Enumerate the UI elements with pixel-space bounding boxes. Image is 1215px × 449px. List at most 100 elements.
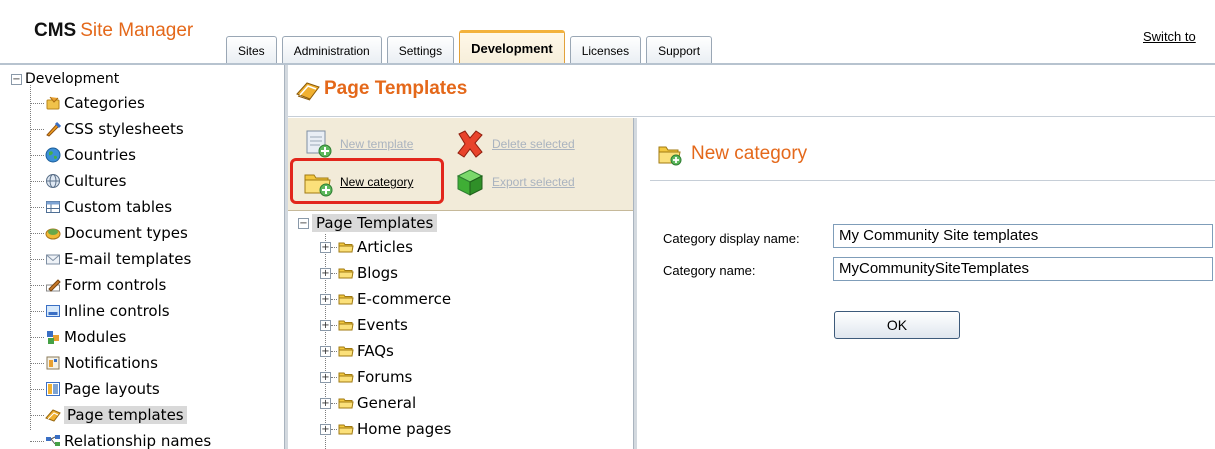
- tree-item-events[interactable]: + Events: [320, 314, 408, 336]
- tree-root-page-templates[interactable]: − Page Templates: [298, 214, 438, 232]
- expand-icon[interactable]: +: [320, 319, 331, 331]
- tree-root-development[interactable]: − Development: [11, 71, 119, 87]
- expand-icon[interactable]: +: [320, 293, 331, 305]
- tree-item-label: E-commerce: [357, 290, 452, 308]
- tree-connector-line: [30, 85, 31, 430]
- page-templates-icon: [296, 82, 320, 101]
- page-templates-tree: − Page Templates + Articles + Blogs + E-…: [288, 212, 633, 449]
- tree-item-home-pages[interactable]: + Home pages: [320, 418, 451, 440]
- expand-icon[interactable]: +: [320, 267, 331, 279]
- tree-item-label: CSS stylesheets: [64, 120, 184, 138]
- new-category-highlight: [290, 158, 444, 204]
- export-icon: [456, 169, 484, 196]
- page-title-bar: Page Templates: [288, 65, 1215, 117]
- tree-item-notifications[interactable]: Notifications: [30, 352, 158, 374]
- tree-item-page-templates[interactable]: Page templates: [30, 404, 187, 426]
- page-layouts-icon: [46, 382, 60, 396]
- tree-item-blogs[interactable]: + Blogs: [320, 262, 398, 284]
- relationship-names-icon: [46, 435, 60, 446]
- new-category-form: New category Category display name: My C…: [637, 118, 1215, 449]
- category-display-name-input[interactable]: My Community Site templates: [833, 224, 1213, 248]
- tree-item-e-commerce[interactable]: + E-commerce: [320, 288, 451, 310]
- logo-cms-text: CMS: [34, 20, 77, 41]
- tree-item-general[interactable]: + General: [320, 392, 416, 414]
- tab-support[interactable]: Support: [646, 36, 713, 64]
- page-title: Page Templates: [324, 78, 468, 99]
- form-title: New category: [691, 143, 808, 164]
- tree-item-cultures[interactable]: Cultures: [30, 170, 126, 192]
- tree-item-label: Notifications: [64, 354, 158, 372]
- folder-icon: [338, 424, 354, 435]
- app-header: CMS Site Manager Sites Administration Set…: [0, 0, 1215, 65]
- expand-icon[interactable]: +: [320, 397, 331, 409]
- tree-item-articles[interactable]: + Articles: [320, 236, 413, 258]
- export-selected-action[interactable]: Export selected: [454, 166, 575, 198]
- tree-item-faqs[interactable]: + FAQs: [320, 340, 394, 362]
- tree-item-label: Events: [357, 316, 408, 334]
- tree-item-document-types[interactable]: Document types: [30, 222, 188, 244]
- cultures-icon: [46, 174, 60, 188]
- tree-item-label: Blogs: [357, 264, 398, 282]
- folder-icon: [338, 346, 354, 357]
- tree-item-custom-tables[interactable]: Custom tables: [30, 196, 173, 218]
- tab-settings[interactable]: Settings: [386, 36, 455, 64]
- folder-icon: [338, 398, 354, 409]
- main-tabs: Sites Administration Settings Developmen…: [226, 26, 717, 64]
- tree-item-relationship-names[interactable]: Relationship names: [30, 430, 212, 449]
- document-types-icon: [45, 228, 61, 240]
- tree-item-css-stylesheets[interactable]: CSS stylesheets: [30, 118, 184, 140]
- tree-item-label: Page layouts: [64, 380, 160, 398]
- tree-item-modules[interactable]: Modules: [30, 326, 127, 348]
- ok-button[interactable]: OK: [834, 311, 960, 339]
- tree-item-label: Page templates: [64, 406, 187, 424]
- page-templates-icon: [45, 409, 61, 422]
- folder-icon: [338, 294, 354, 305]
- categories-icon: [46, 96, 60, 110]
- cms-logo: CMS Site Manager: [34, 20, 193, 42]
- expand-icon[interactable]: +: [320, 423, 331, 435]
- tree-item-label: Forums: [357, 368, 413, 386]
- css-stylesheets-icon: [46, 121, 61, 137]
- tree-item-label: Inline controls: [64, 302, 170, 320]
- tree-root-label: Page Templates: [312, 214, 438, 232]
- switch-to-link[interactable]: Switch to: [1143, 29, 1196, 44]
- collapse-icon[interactable]: −: [11, 73, 22, 85]
- delete-selected-action[interactable]: Delete selected: [454, 128, 575, 160]
- tree-item-form-controls[interactable]: Form controls: [30, 274, 166, 296]
- tree-item-label: E-mail templates: [64, 250, 192, 268]
- folder-icon: [338, 242, 354, 253]
- new-category-icon: [658, 146, 682, 166]
- tree-item-label: Home pages: [357, 420, 452, 438]
- new-template-action[interactable]: New template: [302, 128, 413, 160]
- tree-item-label: Custom tables: [64, 198, 173, 216]
- expand-icon[interactable]: +: [320, 371, 331, 383]
- delete-icon: [457, 130, 483, 158]
- expand-icon[interactable]: +: [320, 241, 331, 253]
- tree-item-label: Countries: [64, 146, 136, 164]
- folder-icon: [338, 320, 354, 331]
- tree-item-countries[interactable]: Countries: [30, 144, 136, 166]
- category-name-input[interactable]: MyCommunitySiteTemplates: [833, 257, 1213, 281]
- new-template-icon: [306, 130, 332, 158]
- tab-development[interactable]: Development: [459, 30, 565, 64]
- development-tree: − Development Categories CSS stylesheets…: [0, 65, 284, 449]
- tree-item-forums[interactable]: + Forums: [320, 366, 412, 388]
- tab-administration[interactable]: Administration: [281, 36, 382, 64]
- modules-icon: [47, 331, 59, 344]
- tree-item-email-templates[interactable]: E-mail templates: [30, 248, 192, 270]
- countries-icon: [45, 147, 61, 163]
- folder-icon: [338, 372, 354, 383]
- new-template-label: New template: [340, 137, 414, 151]
- tree-item-label: Categories: [64, 94, 145, 112]
- custom-tables-icon: [46, 201, 60, 213]
- tree-item-inline-controls[interactable]: Inline controls: [30, 300, 170, 322]
- tab-licenses[interactable]: Licenses: [569, 36, 642, 64]
- tree-item-categories[interactable]: Categories: [30, 92, 145, 114]
- tree-item-page-layouts[interactable]: Page layouts: [30, 378, 160, 400]
- tree-item-label: Relationship names: [64, 432, 212, 449]
- form-header: New category: [657, 142, 807, 166]
- expand-icon[interactable]: +: [320, 345, 331, 357]
- tree-item-label: Modules: [64, 328, 127, 346]
- tab-sites[interactable]: Sites: [226, 36, 277, 64]
- collapse-icon[interactable]: −: [298, 217, 309, 229]
